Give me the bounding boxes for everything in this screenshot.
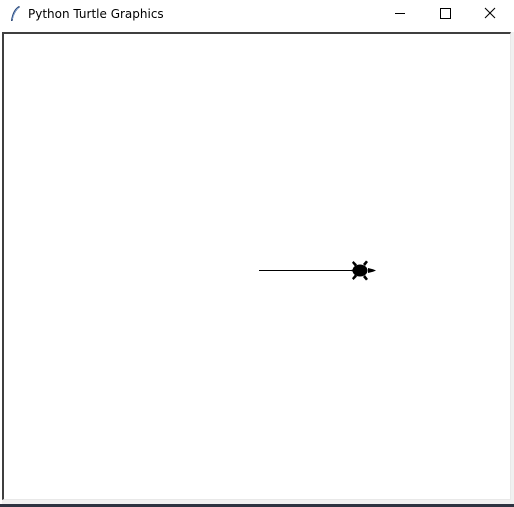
turtle-window: Python Turtle Graphics (0, 0, 514, 507)
turtle-icon (349, 260, 376, 281)
turtle-drawing (259, 260, 376, 281)
